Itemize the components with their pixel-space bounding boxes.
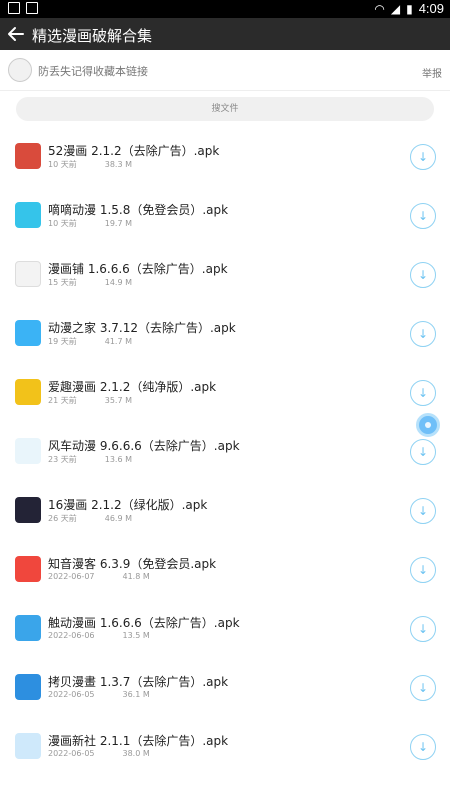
download-icon[interactable]: ↓	[410, 557, 436, 583]
file-size: 14.9 M	[104, 278, 132, 287]
file-meta: 23 天前 13.6 M	[48, 454, 132, 465]
file-date: 23 天前	[48, 455, 77, 464]
file-size: 38.0 M	[122, 749, 150, 758]
list-item[interactable]: 漫画铺 1.6.6.6（去除广告）.apk 15 天前 14.9 M ↓	[0, 246, 450, 305]
file-size: 41.7 M	[104, 337, 132, 346]
file-size: 36.1 M	[122, 690, 150, 699]
download-icon[interactable]: ↓	[410, 380, 436, 406]
download-icon[interactable]: ↓	[410, 144, 436, 170]
file-name: 触动漫画 1.6.6.6（去除广告）.apk	[48, 616, 240, 630]
file-date: 2022-06-06	[48, 631, 95, 640]
floating-action-button[interactable]	[416, 413, 440, 437]
file-size: 13.5 M	[122, 631, 150, 640]
app-icon	[15, 615, 41, 641]
file-meta: 26 天前 46.9 M	[48, 513, 132, 524]
status-icons: ◠ ◢ ▮ 4:09	[374, 1, 444, 16]
app-icon	[15, 674, 41, 700]
file-size: 19.7 M	[104, 219, 132, 228]
file-name: 漫画铺 1.6.6.6（去除广告）.apk	[48, 262, 228, 276]
download-icon[interactable]: ↓	[410, 616, 436, 642]
list-item[interactable]: 爱趣漫画 2.1.2（纯净版）.apk 21 天前 35.7 M ↓	[0, 364, 450, 423]
signal-icon: ◢	[390, 1, 401, 16]
file-date: 2022-06-07	[48, 572, 95, 581]
file-name: 风车动漫 9.6.6.6（去除广告）.apk	[48, 439, 240, 453]
search-input[interactable]: 搜文件	[16, 97, 434, 121]
app-icon	[15, 556, 41, 582]
app-icon	[15, 497, 41, 523]
file-size: 46.9 M	[104, 514, 132, 523]
file-date: 26 天前	[48, 514, 77, 523]
app-icon	[15, 733, 41, 759]
download-icon[interactable]: ↓	[410, 439, 436, 465]
list-item[interactable]: 触动漫画 1.6.6.6（去除广告）.apk 2022-06-06 13.5 M …	[0, 600, 450, 659]
fab-dot-icon	[425, 422, 431, 428]
clock: 4:09	[418, 1, 444, 16]
download-icon[interactable]: ↓	[410, 675, 436, 701]
file-meta: 2022-06-06 13.5 M	[48, 631, 150, 640]
notification-icon	[8, 2, 20, 14]
file-date: 15 天前	[48, 278, 77, 287]
file-date: 10 天前	[48, 160, 77, 169]
back-arrow-icon[interactable]	[6, 24, 26, 44]
file-name: 52漫画 2.1.2（去除广告）.apk	[48, 144, 220, 158]
report-link[interactable]: 举报	[422, 65, 442, 80]
app-icon	[15, 438, 41, 464]
app-icon	[15, 143, 41, 169]
list-item[interactable]: 动漫之家 3.7.12（去除广告）.apk 19 天前 41.7 M ↓	[0, 305, 450, 364]
file-name: 漫画新社 2.1.1（去除广告）.apk	[48, 734, 229, 748]
wifi-icon: ◠	[374, 1, 385, 16]
file-name: 动漫之家 3.7.12（去除广告）.apk	[48, 321, 236, 335]
download-icon[interactable]: ↓	[410, 498, 436, 524]
file-name: 爱趣漫画 2.1.2（纯净版）.apk	[48, 380, 217, 394]
file-list: 52漫画 2.1.2（去除广告）.apk 10 天前 38.3 M ↓ 嘀嘀动漫 …	[0, 128, 450, 777]
file-size: 41.8 M	[122, 572, 150, 581]
file-name: 拷贝漫畫 1.3.7（去除广告）.apk	[48, 675, 229, 689]
list-item[interactable]: 拷贝漫畫 1.3.7（去除广告）.apk 2022-06-05 36.1 M ↓	[0, 659, 450, 718]
file-size: 35.7 M	[104, 396, 132, 405]
file-meta: 10 天前 19.7 M	[48, 218, 132, 229]
list-item[interactable]: 嘀嘀动漫 1.5.8（免登会员）.apk 10 天前 19.7 M ↓	[0, 187, 450, 246]
battery-icon: ▮	[406, 1, 413, 16]
notification-icon	[26, 2, 38, 14]
file-meta: 15 天前 14.9 M	[48, 277, 132, 288]
file-date: 10 天前	[48, 219, 77, 228]
file-name: 知音漫客 6.3.9（免登会员.apk	[48, 557, 217, 571]
list-item[interactable]: 知音漫客 6.3.9（免登会员.apk 2022-06-07 41.8 M ↓	[0, 541, 450, 600]
list-item[interactable]: 52漫画 2.1.2（去除广告）.apk 10 天前 38.3 M ↓	[0, 128, 450, 187]
list-item[interactable]: 漫画新社 2.1.1（去除广告）.apk 2022-06-05 38.0 M ↓	[0, 718, 450, 777]
file-date: 19 天前	[48, 337, 77, 346]
share-hint-text: 防丢失记得收藏本链接	[38, 65, 148, 78]
file-meta: 2022-06-05 38.0 M	[48, 749, 150, 758]
file-name: 嘀嘀动漫 1.5.8（免登会员）.apk	[48, 203, 229, 217]
page-title: 精选漫画破解合集	[32, 27, 153, 45]
file-meta: 2022-06-05 36.1 M	[48, 690, 150, 699]
share-bar: 防丢失记得收藏本链接 举报	[0, 50, 450, 91]
file-meta: 19 天前 41.7 M	[48, 336, 132, 347]
site-logo	[8, 58, 32, 82]
file-size: 13.6 M	[104, 455, 132, 464]
toolbar: 精选漫画破解合集	[0, 18, 450, 50]
list-item[interactable]: 风车动漫 9.6.6.6（去除广告）.apk 23 天前 13.6 M ↓	[0, 423, 450, 482]
file-meta: 10 天前 38.3 M	[48, 159, 132, 170]
download-icon[interactable]: ↓	[410, 321, 436, 347]
download-icon[interactable]: ↓	[410, 734, 436, 760]
file-name: 16漫画 2.1.2（绿化版）.apk	[48, 498, 208, 512]
download-icon[interactable]: ↓	[410, 203, 436, 229]
file-date: 21 天前	[48, 396, 77, 405]
file-date: 2022-06-05	[48, 749, 95, 758]
list-item[interactable]: 16漫画 2.1.2（绿化版）.apk 26 天前 46.9 M ↓	[0, 482, 450, 541]
status-bar: ◠ ◢ ▮ 4:09	[0, 0, 450, 18]
file-size: 38.3 M	[104, 160, 132, 169]
app-icon	[15, 379, 41, 405]
file-date: 2022-06-05	[48, 690, 95, 699]
notification-icons	[8, 2, 38, 14]
app-icon	[15, 320, 41, 346]
file-meta: 2022-06-07 41.8 M	[48, 572, 150, 581]
app-icon	[15, 261, 41, 287]
file-meta: 21 天前 35.7 M	[48, 395, 132, 406]
app-icon	[15, 202, 41, 228]
download-icon[interactable]: ↓	[410, 262, 436, 288]
